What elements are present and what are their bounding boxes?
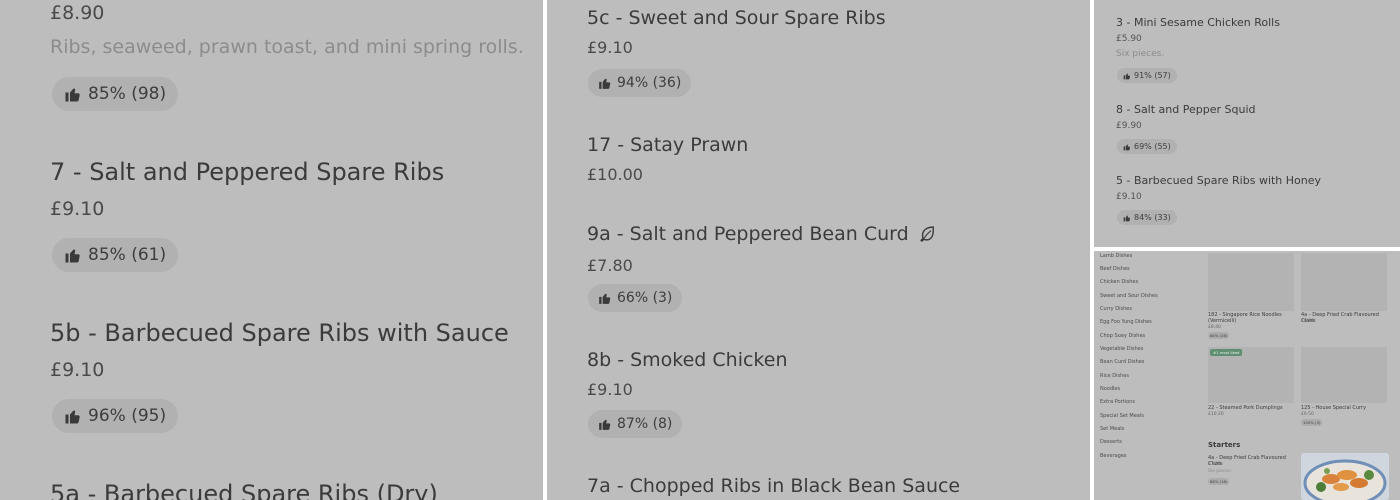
dish-photo[interactable]: [1301, 453, 1389, 500]
rating-badge: 84% (33): [1117, 210, 1177, 225]
thumbs-up-icon: [598, 291, 612, 305]
menu-zoom-panel-middle: 5c - Sweet and Sour Spare Ribs £9.10 94%…: [547, 0, 1090, 500]
thumbs-up-icon: [1123, 72, 1131, 80]
card-title[interactable]: 182 - Singapore Rice Noodles (Vermicelli…: [1208, 312, 1296, 324]
rating-badge: 88% (28): [1208, 332, 1230, 339]
card-description: Six pieces.: [1208, 469, 1233, 474]
item-name: 3 - Mini Sesame Chicken Rolls: [1116, 16, 1280, 29]
rating-badge: 85% (61): [52, 238, 179, 272]
menu-overview-panel: Lamb Dishes Beef Dishes Chicken Dishes S…: [1094, 251, 1400, 500]
card-title[interactable]: 125 - House Special Curry: [1301, 405, 1389, 411]
sidebar-item-chicken-dishes[interactable]: Chicken Dishes: [1100, 279, 1138, 285]
rating-badge: 100% (3): [1301, 419, 1323, 426]
item-price: £9.10: [50, 198, 105, 220]
dish-image[interactable]: [1301, 347, 1387, 403]
menu-item[interactable]: 7 - Salt and Peppered Spare Ribs £9.10: [50, 158, 444, 220]
menu-item[interactable]: 8b - Smoked Chicken £9.10: [587, 349, 787, 399]
item-name: 7a - Chopped Ribs in Black Bean Sauce: [587, 475, 961, 497]
item-name: 5a - Barbecued Spare Ribs (Dry): [50, 480, 438, 500]
menu-zoom-panel-left: £8.90 Ribs, seaweed, prawn toast, and mi…: [0, 0, 543, 500]
sidebar-item-lamb-dishes[interactable]: Lamb Dishes: [1100, 253, 1132, 259]
rating-badge: 94% (36): [588, 69, 692, 97]
menu-item[interactable]: 3 - Mini Sesame Chicken Rolls £5.90 Six …: [1116, 16, 1280, 59]
item-price: £9.10: [50, 359, 105, 381]
sidebar-item-vegetable-dishes[interactable]: Vegetable Dishes: [1100, 346, 1143, 352]
rating-badge: 85% (98): [52, 77, 179, 111]
menu-item[interactable]: 7a - Chopped Ribs in Black Bean Sauce: [587, 475, 960, 497]
thumbs-up-icon: [598, 417, 612, 431]
menu-item[interactable]: 5 - Barbecued Spare Ribs with Honey £9.1…: [1116, 174, 1321, 202]
thumbs-up-icon: [64, 246, 82, 264]
thumbs-up-icon: [64, 407, 82, 425]
item-price: £9.10: [1116, 192, 1142, 202]
sidebar-item-egg-foo-yung-dishes[interactable]: Egg Foo Yung Dishes: [1100, 319, 1152, 325]
item-description: Six pieces.: [1116, 49, 1165, 59]
card-price: £9.50: [1301, 412, 1314, 417]
card-title[interactable]: 22 - Steamed Pork Dumplings: [1208, 405, 1296, 411]
item-description-row: Ribs, seaweed, prawn toast, and mini spr…: [50, 36, 524, 58]
item-price: £10.00: [587, 165, 643, 184]
menu-item[interactable]: 5a - Barbecued Spare Ribs (Dry): [50, 480, 438, 500]
dish-image[interactable]: [1301, 253, 1387, 311]
item-name: 17 - Satay Prawn: [587, 134, 749, 156]
sidebar-item-curry-dishes[interactable]: Curry Dishes: [1100, 306, 1132, 312]
item-name: 5b - Barbecued Spare Ribs with Sauce: [50, 319, 509, 347]
card-price: £8.00: [1301, 319, 1314, 324]
rating-badge: 96% (95): [52, 399, 179, 433]
section-heading-starters: Starters: [1208, 441, 1241, 449]
sidebar-item-noodles[interactable]: Noodles: [1100, 386, 1120, 392]
item-name: 5 - Barbecued Spare Ribs with Honey: [1116, 174, 1322, 187]
most-liked-badge: #1 most liked: [1210, 349, 1243, 356]
menu-item[interactable]: 9a - Salt and Peppered Bean Curd £7.80: [587, 223, 936, 275]
sidebar-item-rice-dishes[interactable]: Rice Dishes: [1100, 373, 1129, 379]
item-name: 8b - Smoked Chicken: [587, 349, 788, 371]
sidebar-item-beef-dishes[interactable]: Beef Dishes: [1100, 266, 1130, 272]
menu-item[interactable]: 5c - Sweet and Sour Spare Ribs £9.10: [587, 7, 886, 57]
item-price: £5.90: [1116, 34, 1142, 44]
item-price: £9.10: [587, 380, 633, 399]
menu-item[interactable]: 17 - Satay Prawn £10.00: [587, 134, 748, 184]
sidebar-item-beverages[interactable]: Beverages: [1100, 453, 1127, 459]
thumbs-up-icon: [1123, 214, 1131, 222]
item-description: Ribs, seaweed, prawn toast, and mini spr…: [50, 36, 524, 58]
sidebar-item-bean-curd-dishes[interactable]: Bean Curd Dishes: [1100, 359, 1144, 365]
item-name: 9a - Salt and Peppered Bean Curd: [587, 223, 936, 247]
card-title[interactable]: 4a - Deep Fried Crab Flavoured Claws: [1208, 455, 1296, 467]
thumbs-up-icon: [1123, 143, 1131, 151]
card-price: £7.20: [1208, 462, 1221, 467]
rating-badge: 91% (57): [1117, 68, 1177, 83]
leaf-icon: [919, 225, 936, 247]
menu-item[interactable]: 8 - Salt and Pepper Squid £9.90: [1116, 103, 1255, 131]
card-price: £8.40: [1208, 325, 1221, 330]
rating-badge: 69% (55): [1117, 139, 1177, 154]
rating-badge: 66% (3): [588, 284, 683, 312]
item-name: 5c - Sweet and Sour Spare Ribs: [587, 7, 886, 29]
menu-zoom-panel-right: 3 - Mini Sesame Chicken Rolls £5.90 Six …: [1094, 0, 1400, 247]
sidebar-item-desserts[interactable]: Desserts: [1100, 439, 1122, 445]
menu-item[interactable]: 5b - Barbecued Spare Ribs with Sauce £9.…: [50, 319, 509, 381]
item-price: £9.10: [587, 38, 633, 57]
sidebar-item-chop-suey-dishes[interactable]: Chop Suey Dishes: [1100, 333, 1145, 339]
sidebar-item-extra-portions[interactable]: Extra Portions: [1100, 399, 1135, 405]
sidebar-item-set-meals[interactable]: Set Meals: [1100, 426, 1124, 432]
item-price: £7.80: [587, 256, 633, 275]
card-title[interactable]: 4a - Deep Fried Crab Flavoured Claws: [1301, 312, 1389, 324]
dish-image[interactable]: [1208, 253, 1294, 311]
thumbs-up-icon: [598, 76, 612, 90]
sidebar-item-sweet-and-sour-dishes[interactable]: Sweet and Sour Dishes: [1100, 293, 1158, 299]
rating-badge: 87% (8): [588, 410, 683, 438]
food-photo-image: [1301, 453, 1389, 500]
card-price: £10.20: [1208, 412, 1224, 417]
item-price: £8.90: [50, 2, 105, 24]
menu-item[interactable]: £8.90: [50, 2, 104, 24]
item-name: 8 - Salt and Pepper Squid: [1116, 103, 1256, 116]
rating-badge: 88% (18): [1208, 478, 1230, 485]
sidebar-item-special-set-meals[interactable]: Special Set Meals: [1100, 413, 1144, 419]
item-name: 7 - Salt and Peppered Spare Ribs: [50, 158, 445, 186]
item-price: £9.90: [1116, 121, 1142, 131]
thumbs-up-icon: [64, 85, 82, 103]
